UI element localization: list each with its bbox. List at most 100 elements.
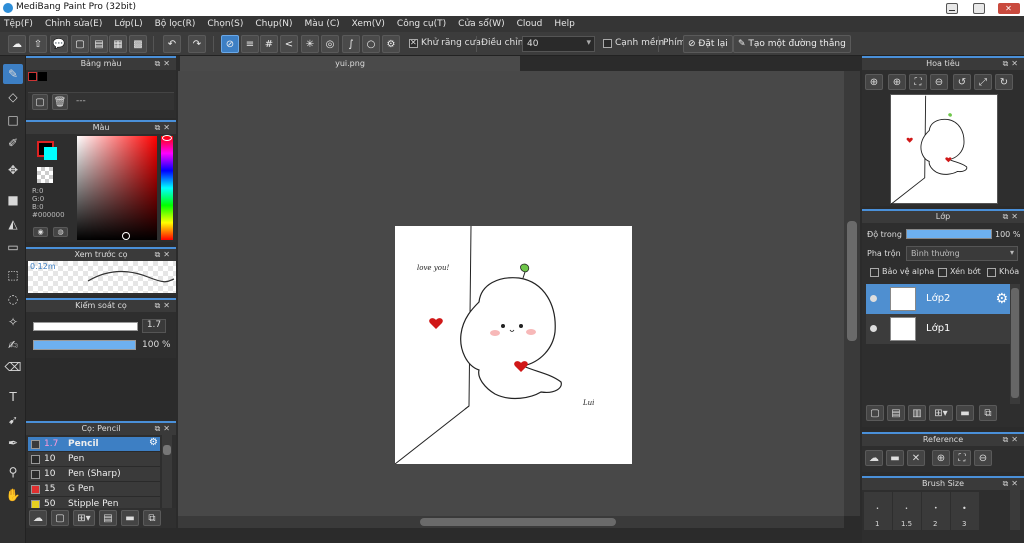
brush-item[interactable]: 10 Pen (Sharp)	[28, 467, 160, 482]
menu-window[interactable]: Cửa sổ(W)	[458, 19, 504, 29]
snap-perspective-button[interactable]: <	[280, 35, 298, 53]
layer-opacity-slider[interactable]	[906, 229, 992, 239]
hue-slider-handle[interactable]	[162, 135, 172, 141]
panel-controls-icon[interactable]: ⧉✕	[155, 249, 173, 260]
canvas-area[interactable]: love you! Lui	[178, 71, 844, 516]
straight-line-button[interactable]: ✎ Tạo một đường thẳng	[733, 35, 851, 53]
gradient-tool[interactable]: ▭	[3, 237, 23, 257]
settings-doc-button[interactable]: ▦	[109, 35, 127, 53]
menu-view[interactable]: Xem(V)	[352, 19, 385, 29]
cloud-button[interactable]: ☁	[8, 35, 26, 53]
divide-tool[interactable]: ✒	[3, 433, 23, 453]
reset-button[interactable]: ⊘ Đặt lại	[683, 35, 733, 53]
panel-controls-icon[interactable]: ⧉✕	[155, 423, 173, 434]
nav-zoom-out-button[interactable]: ⊖	[930, 74, 948, 90]
select-eraser-tool[interactable]: ⌫	[3, 357, 23, 377]
close-button[interactable]: ✕	[993, 0, 1024, 16]
ref-zoom-out-button[interactable]: ⊖	[974, 450, 992, 466]
text-tool[interactable]: T	[3, 387, 23, 407]
layer-new-button[interactable]: ▢	[866, 405, 884, 421]
brush-opacity-slider[interactable]	[33, 340, 136, 350]
menu-help[interactable]: Help	[554, 19, 575, 29]
select-pen-tool[interactable]: ✍	[3, 335, 23, 355]
nav-rotate-left-button[interactable]: ↺	[953, 74, 971, 90]
brush-list-scrollbar[interactable]	[162, 435, 172, 509]
menu-tools[interactable]: Công cụ(T)	[397, 19, 446, 29]
brush-size-2[interactable]: • 2	[922, 492, 950, 530]
menu-cloud[interactable]: Cloud	[517, 19, 543, 29]
canvas-tab[interactable]: yui.png	[180, 56, 520, 71]
palette-delete-button[interactable]: 🗑	[52, 94, 68, 110]
eyedropper-tool[interactable]: ⚲	[3, 462, 23, 482]
eraser-tool[interactable]: ◇	[3, 87, 23, 107]
panel-controls-icon[interactable]: ⧉✕	[155, 300, 173, 311]
ref-zoom-in-button[interactable]: ⊕	[932, 450, 950, 466]
new-file-button[interactable]: ▢	[71, 35, 89, 53]
gear-icon[interactable]: ⚙	[149, 437, 158, 448]
dot-tool[interactable]: ✐	[3, 133, 23, 153]
ref-open-button[interactable]: ▬	[886, 450, 904, 466]
antialias-checkbox[interactable]	[409, 38, 418, 48]
nav-zoom-in-button[interactable]: ⊕	[888, 74, 906, 90]
snap-circle-button[interactable]: ○	[362, 35, 380, 53]
magic-wand-tool[interactable]: ✧	[3, 312, 23, 332]
gear-icon[interactable]: ⚙	[995, 291, 1008, 307]
ref-close-button[interactable]: ✕	[907, 450, 925, 466]
rectangle-tool[interactable]: □	[3, 110, 23, 130]
panel-controls-icon[interactable]: ⧉✕	[1003, 434, 1021, 445]
panel-controls-icon[interactable]: ⧉✕	[155, 58, 173, 69]
snap-radial-button[interactable]: ✳	[301, 35, 319, 53]
brush-folder-button[interactable]: ▬	[121, 510, 139, 526]
navigator-preview[interactable]	[890, 94, 998, 205]
brush-cloud-button[interactable]: ☁	[29, 510, 47, 526]
snap-parallel-button[interactable]: ≡	[241, 35, 259, 53]
brush-duplicate-button[interactable]: ⧉	[143, 510, 161, 526]
layer-row-layer1[interactable]: Lớp1	[866, 314, 1010, 344]
panel-controls-icon[interactable]: ⧉✕	[155, 122, 173, 133]
menu-select[interactable]: Chọn(S)	[207, 19, 243, 29]
brush-size-slider[interactable]	[33, 322, 138, 331]
comment-button[interactable]: 💬	[50, 35, 68, 53]
brush-item[interactable]: 1.7 Pencil ⚙	[28, 437, 160, 452]
protect-alpha-checkbox[interactable]	[870, 268, 879, 277]
menu-snap[interactable]: Chụp(N)	[255, 19, 292, 29]
ref-fit-button[interactable]: ⛶	[953, 450, 971, 466]
brush-new-button[interactable]: ▢	[51, 510, 69, 526]
canvas-vertical-scrollbar[interactable]	[844, 71, 860, 516]
snap-settings-button[interactable]: ⚙	[382, 35, 400, 53]
layer-row-layer2[interactable]: Lớp2 ⚙	[866, 284, 1010, 314]
menu-file[interactable]: Tệp(F)	[4, 19, 33, 29]
brush-size-3[interactable]: • 3	[951, 492, 979, 530]
saturation-value-picker[interactable]	[77, 136, 157, 240]
maximize-button[interactable]	[965, 0, 993, 16]
panel-controls-icon[interactable]: ⧉✕	[1003, 58, 1021, 69]
color-swap-button[interactable]: ◍	[53, 227, 68, 237]
move-tool[interactable]: ✥	[3, 160, 23, 180]
visibility-eye-icon[interactable]	[870, 295, 877, 302]
share-button[interactable]: ⇧	[29, 35, 47, 53]
nav-rotate-right-button[interactable]: ↻	[995, 74, 1013, 90]
hue-slider[interactable]	[161, 136, 173, 240]
ref-cloud-button[interactable]: ☁	[865, 450, 883, 466]
hand-tool[interactable]: ✋	[3, 485, 23, 505]
redo-button[interactable]: ↷	[188, 35, 206, 53]
brush-settings-button[interactable]: ▤	[99, 510, 117, 526]
menu-filter[interactable]: Bộ lọc(R)	[155, 19, 196, 29]
brush-add-button[interactable]: ⊞▾	[73, 510, 95, 526]
layer-folder-button[interactable]: ▬	[956, 405, 974, 421]
grid-button[interactable]: ▩	[129, 35, 147, 53]
brush-size-1-5[interactable]: • 1.5	[893, 492, 921, 530]
visibility-eye-icon[interactable]	[870, 325, 877, 332]
brush-size-scrollbar[interactable]	[1010, 490, 1020, 530]
clipping-checkbox[interactable]	[938, 268, 947, 277]
snap-curve-button[interactable]: ∫	[342, 35, 360, 53]
nav-fullscreen-button[interactable]: ⤢	[974, 74, 992, 90]
brush-tool[interactable]: ✎	[3, 64, 23, 84]
adjust-select[interactable]: 40	[522, 36, 595, 52]
layer-add-dropdown-button[interactable]: ⊞▾	[929, 405, 953, 421]
fill-rect-tool[interactable]: ■	[3, 190, 23, 210]
layer-new-halftone-button[interactable]: ▤	[887, 405, 905, 421]
panel-controls-icon[interactable]: ⧉✕	[1003, 211, 1021, 222]
nav-fit-button[interactable]: ⛶	[909, 74, 927, 90]
blend-mode-select[interactable]: Bình thường ▾	[906, 246, 1018, 261]
